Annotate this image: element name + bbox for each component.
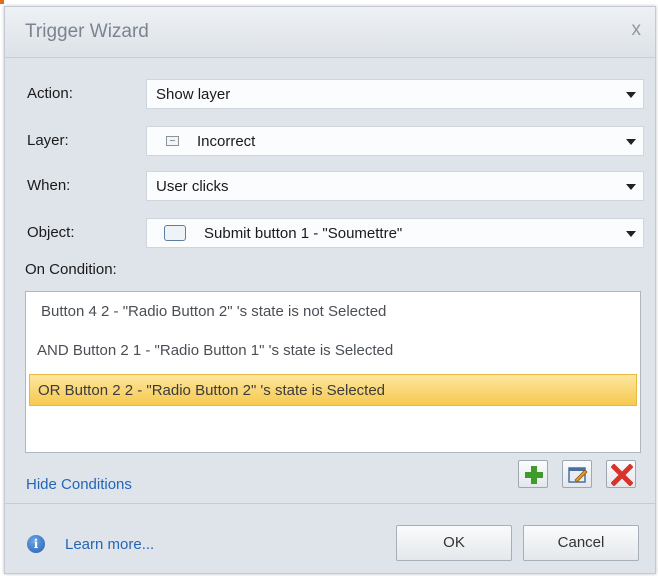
action-label: Action: <box>27 85 73 102</box>
chevron-down-icon <box>626 231 636 237</box>
condition-item[interactable]: AND Button 2 1 - "Radio Button 1" 's sta… <box>29 335 637 367</box>
object-label: Object: <box>27 224 75 241</box>
window-accent <box>0 0 4 4</box>
object-dropdown[interactable]: Submit button 1 - "Soumettre" <box>146 218 644 248</box>
condition-text: OR Button 2 2 - "Radio Button 2" 's stat… <box>38 382 386 399</box>
edit-condition-icon <box>568 467 588 483</box>
delete-condition-icon <box>611 464 633 486</box>
ok-button[interactable]: OK <box>396 525 512 561</box>
on-condition-label: On Condition: <box>25 261 117 278</box>
trigger-wizard-dialog: Trigger Wizard x Action: Show layer Laye… <box>4 6 656 574</box>
cancel-button[interactable]: Cancel <box>523 525 639 561</box>
layer-icon <box>166 136 179 146</box>
button-object-icon <box>164 225 186 241</box>
close-icon[interactable]: x <box>632 19 642 41</box>
condition-item[interactable]: Button 4 2 - "Radio Button 2" 's state i… <box>29 296 637 328</box>
layer-label: Layer: <box>27 132 69 149</box>
info-icon: i <box>27 535 45 553</box>
hide-conditions-link[interactable]: Hide Conditions <box>26 476 132 493</box>
chevron-down-icon <box>626 139 636 145</box>
when-label: When: <box>27 177 71 194</box>
when-dropdown[interactable]: User clicks <box>146 171 644 201</box>
title-bar: Trigger Wizard x <box>5 7 655 58</box>
condition-text: Button 4 2 - "Radio Button 2" 's state i… <box>41 303 387 320</box>
condition-text: AND Button 2 1 - "Radio Button 1" 's sta… <box>37 342 394 359</box>
condition-item-selected[interactable]: OR Button 2 2 - "Radio Button 2" 's stat… <box>29 374 637 406</box>
when-value: User clicks <box>156 178 229 195</box>
chevron-down-icon <box>626 184 636 190</box>
chevron-down-icon <box>626 92 636 98</box>
add-condition-button[interactable] <box>518 460 548 488</box>
edit-condition-button[interactable] <box>562 460 592 488</box>
conditions-list: Button 4 2 - "Radio Button 2" 's state i… <box>25 291 641 453</box>
layer-value: Incorrect <box>197 133 256 150</box>
add-condition-icon <box>525 466 543 484</box>
window-title: Trigger Wizard <box>25 21 149 42</box>
action-dropdown[interactable]: Show layer <box>146 79 644 109</box>
object-value: Submit button 1 - "Soumettre" <box>204 225 403 242</box>
learn-more-link[interactable]: Learn more... <box>65 536 154 553</box>
layer-dropdown[interactable]: Incorrect <box>146 126 644 156</box>
delete-condition-button[interactable] <box>606 460 636 488</box>
action-value: Show layer <box>156 86 231 103</box>
